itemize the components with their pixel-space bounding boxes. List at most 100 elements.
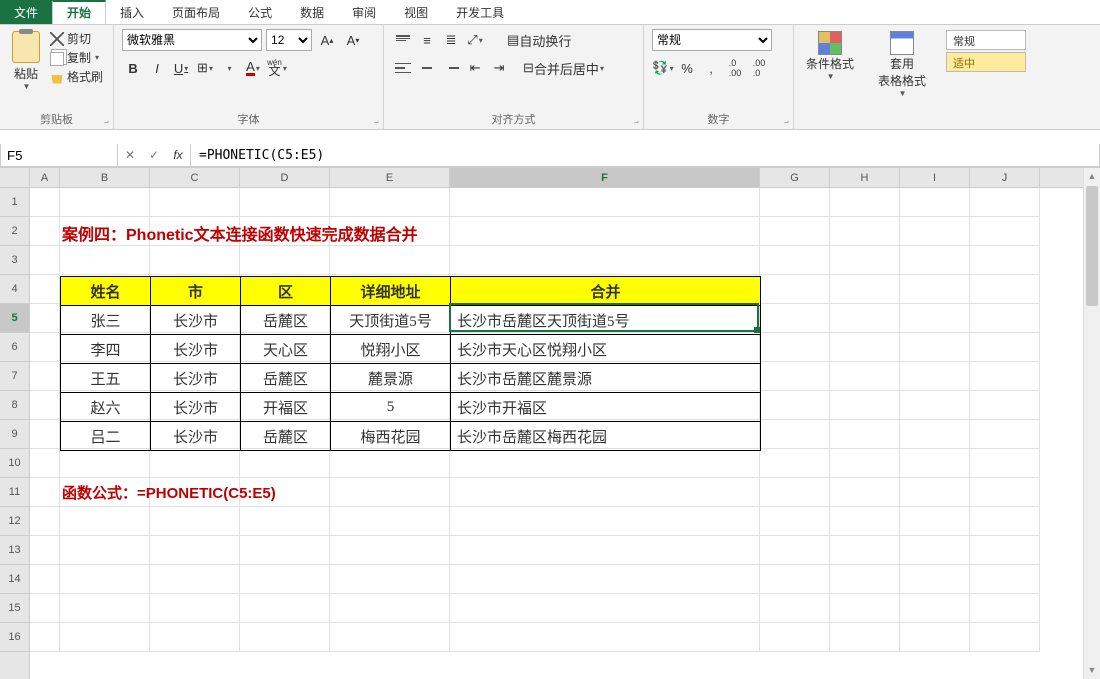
table-header: 区 <box>241 277 331 306</box>
row-header-5[interactable]: 5 <box>0 304 29 333</box>
col-header-E[interactable]: E <box>330 168 450 187</box>
cut-label: 剪切 <box>67 30 91 47</box>
row-header-3[interactable]: 3 <box>0 246 29 275</box>
underline-button[interactable]: U▾ <box>170 57 192 79</box>
merge-label: 合并后居中 <box>534 59 599 78</box>
align-middle-button[interactable]: ≡ <box>416 29 438 51</box>
row-header-10[interactable]: 10 <box>0 449 29 478</box>
italic-button[interactable]: I <box>146 57 168 79</box>
group-cond-format: 条件格式▼ . <box>794 25 866 129</box>
decrease-indent-button[interactable]: ⇤ <box>464 57 486 79</box>
row-header-6[interactable]: 6 <box>0 333 29 362</box>
align-top-button[interactable] <box>392 29 414 51</box>
accept-formula-button[interactable]: ✓ <box>142 148 166 162</box>
increase-decimal-button[interactable]: .0.00 <box>724 57 746 79</box>
font-size-select[interactable]: 12 <box>266 29 312 51</box>
wrap-text-button[interactable]: ▤ 自动换行 <box>502 29 576 51</box>
row-header-8[interactable]: 8 <box>0 391 29 420</box>
tab-file[interactable]: 文件 <box>0 0 52 24</box>
scroll-up-arrow[interactable]: ▲ <box>1084 168 1100 185</box>
tab-home[interactable]: 开始 <box>52 0 106 24</box>
col-header-J[interactable]: J <box>970 168 1040 187</box>
decrease-decimal-button[interactable]: .00.0 <box>748 57 770 79</box>
col-header-B[interactable]: B <box>60 168 150 187</box>
decrease-font-button[interactable]: A▾ <box>342 29 364 51</box>
tab-review[interactable]: 审阅 <box>338 0 390 24</box>
copy-button[interactable]: 复制▾ <box>48 48 105 67</box>
align-left-button[interactable] <box>392 57 414 79</box>
table-header: 姓名 <box>61 277 151 306</box>
row-header-11[interactable]: 11 <box>0 478 29 507</box>
group-table-style: 套用 表格格式▼ . <box>866 25 938 129</box>
border-button[interactable]: ⊞▾ <box>194 57 216 79</box>
worksheet: 12345678910111213141516 ABCDEFGHIJ 案例四：P… <box>0 168 1100 679</box>
row-headers: 12345678910111213141516 <box>0 168 30 679</box>
col-header-A[interactable]: A <box>30 168 60 187</box>
group-label-font: 字体 <box>122 109 375 127</box>
percent-button[interactable]: % <box>676 57 698 79</box>
orientation-button[interactable]: ⤢▾ <box>464 29 486 51</box>
table-style-button[interactable]: 套用 表格格式▼ <box>874 29 930 100</box>
formula-bar: ✕ ✓ fx <box>0 144 1100 168</box>
copy-icon <box>50 52 64 66</box>
select-all-corner[interactable] <box>0 168 29 188</box>
scroll-thumb[interactable] <box>1086 186 1098 306</box>
fill-color-button[interactable]: ▾ <box>218 57 240 79</box>
col-header-H[interactable]: H <box>830 168 900 187</box>
font-name-select[interactable]: 微软雅黑 <box>122 29 262 51</box>
row-header-2[interactable]: 2 <box>0 217 29 246</box>
table-cell: 长沙市 <box>151 306 241 335</box>
merge-center-button[interactable]: ⊟ 合并后居中▾ <box>518 57 609 79</box>
conditional-format-button[interactable]: 条件格式▼ <box>802 29 858 83</box>
row-header-15[interactable]: 15 <box>0 594 29 623</box>
scroll-down-arrow[interactable]: ▼ <box>1084 662 1100 679</box>
col-header-F[interactable]: F <box>450 168 760 187</box>
tab-view[interactable]: 视图 <box>390 0 442 24</box>
increase-font-button[interactable]: A▴ <box>316 29 338 51</box>
row-header-13[interactable]: 13 <box>0 536 29 565</box>
cut-button[interactable]: 剪切 <box>48 29 105 48</box>
increase-indent-button[interactable]: ⇥ <box>488 57 510 79</box>
brush-label: 格式刷 <box>67 68 103 85</box>
row-header-16[interactable]: 16 <box>0 623 29 652</box>
col-header-D[interactable]: D <box>240 168 330 187</box>
table-style-icon <box>890 31 914 55</box>
col-header-I[interactable]: I <box>900 168 970 187</box>
col-header-G[interactable]: G <box>760 168 830 187</box>
font-color-button[interactable]: A▾ <box>242 57 264 79</box>
fx-button[interactable]: fx <box>166 148 190 162</box>
bold-button[interactable]: B <box>122 57 144 79</box>
table-cell: 天心区 <box>241 335 331 364</box>
formula-input[interactable] <box>191 144 1100 167</box>
vertical-scrollbar[interactable]: ▲ ▼ <box>1083 168 1100 679</box>
comma-button[interactable]: , <box>700 57 722 79</box>
row-header-4[interactable]: 4 <box>0 275 29 304</box>
table-header: 市 <box>151 277 241 306</box>
row-header-7[interactable]: 7 <box>0 362 29 391</box>
name-box[interactable] <box>0 144 118 167</box>
phonetic-guide-button[interactable]: wén文▾ <box>266 57 288 79</box>
row-header-1[interactable]: 1 <box>0 188 29 217</box>
tab-insert[interactable]: 插入 <box>106 0 158 24</box>
currency-button[interactable]: 💱▾ <box>652 57 674 79</box>
cancel-formula-button[interactable]: ✕ <box>118 148 142 162</box>
cell-style-neutral[interactable]: 适中 <box>946 52 1026 72</box>
align-right-button[interactable] <box>440 57 462 79</box>
align-center-button[interactable] <box>416 57 438 79</box>
column-headers: ABCDEFGHIJ <box>30 168 1100 188</box>
row-header-9[interactable]: 9 <box>0 420 29 449</box>
format-painter-button[interactable]: 格式刷 <box>48 67 105 86</box>
col-header-C[interactable]: C <box>150 168 240 187</box>
tab-formulas[interactable]: 公式 <box>234 0 286 24</box>
cell-style-normal[interactable]: 常规 <box>946 30 1026 50</box>
cells-area[interactable]: 案例四：Phonetic文本连接函数快速完成数据合并 姓名市区详细地址合并 张三… <box>30 188 1100 652</box>
tab-dev[interactable]: 开发工具 <box>442 0 518 24</box>
table-cell: 岳麓区 <box>241 422 331 451</box>
align-bottom-button[interactable]: ≣ <box>440 29 462 51</box>
row-header-14[interactable]: 14 <box>0 565 29 594</box>
tab-layout[interactable]: 页面布局 <box>158 0 234 24</box>
paste-button[interactable]: 粘贴 ▼ <box>8 29 44 93</box>
row-header-12[interactable]: 12 <box>0 507 29 536</box>
tab-data[interactable]: 数据 <box>286 0 338 24</box>
number-format-select[interactable]: 常规 <box>652 29 772 51</box>
